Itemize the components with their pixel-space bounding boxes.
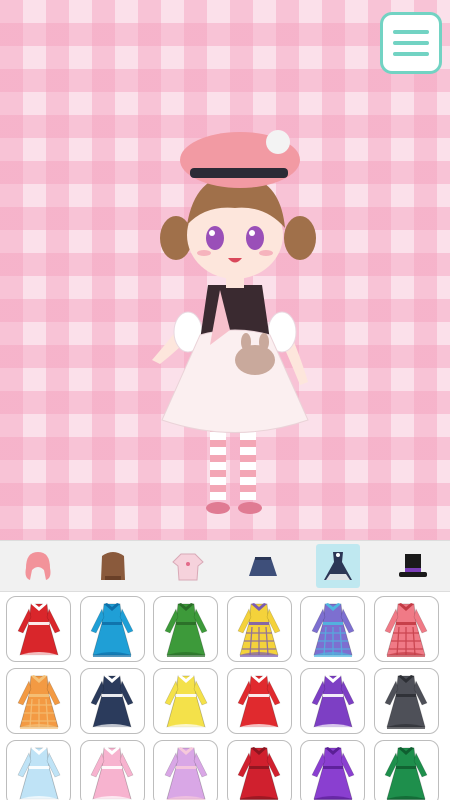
hamburger-line (393, 52, 429, 56)
menu-button[interactable] (380, 12, 442, 74)
dress-icon (385, 603, 428, 657)
left-shoe (206, 502, 230, 514)
dress-icon (311, 675, 355, 729)
dress-item-violet-dress[interactable] (300, 668, 366, 734)
dress-icon (164, 603, 208, 657)
dress-item-orange-plaid-dress[interactable] (6, 668, 71, 734)
right-eye (246, 226, 264, 250)
right-pigtail (284, 216, 316, 260)
dress-icon (315, 544, 360, 588)
skirt-icon (241, 544, 285, 588)
dress-item-pink-dress[interactable] (79, 740, 145, 800)
beret-band (190, 168, 288, 178)
dress-icon (385, 675, 428, 729)
dress-item-red-qipao[interactable] (226, 740, 292, 800)
dress-item-yellow-plaid-dress[interactable] (226, 596, 292, 662)
character-doll[interactable] (140, 120, 330, 530)
top-hat-icon (391, 544, 435, 588)
dress-item-purple-plaid-dress[interactable] (300, 596, 366, 662)
beret-pompom (266, 130, 290, 154)
dress-icon (90, 747, 134, 800)
dress-icon (237, 675, 281, 729)
dress-icon (164, 675, 208, 729)
hamburger-line (393, 30, 429, 34)
blouse-icon (166, 544, 210, 588)
dress-item-purple-qipao[interactable] (300, 740, 366, 800)
dress-item-blue-coat-dress[interactable] (79, 596, 145, 662)
dress-item-navy-dress[interactable] (79, 668, 145, 734)
dress-up-stage (0, 0, 450, 540)
dress-item-light-blue-dress[interactable] (6, 740, 71, 800)
dress-item-red-dress[interactable] (226, 668, 292, 734)
dress-item-red-coat-dress[interactable] (6, 596, 71, 662)
dress-item-lavender-gradient-dress[interactable] (153, 740, 219, 800)
category-bar (0, 540, 450, 592)
category-tab-tops[interactable] (150, 540, 225, 592)
dress-icon (385, 747, 428, 800)
left-eye (206, 226, 224, 250)
dress-icon (17, 603, 60, 657)
pink-hair-icon (16, 544, 60, 588)
dress-icon (90, 675, 134, 729)
dress-icon (237, 603, 281, 657)
category-tab-skirts[interactable] (225, 540, 300, 592)
dress-item-gray-dress[interactable] (373, 668, 439, 734)
bunny-ear (259, 333, 269, 351)
dress-icon (17, 675, 60, 729)
dress-icon (311, 747, 355, 800)
hamburger-line (393, 41, 429, 45)
dress-icon (237, 747, 281, 800)
bunny-purse (235, 345, 275, 375)
dress-item-green-qipao[interactable] (373, 740, 439, 800)
bunny-ear (241, 333, 251, 351)
dress-icon (164, 747, 208, 800)
dress-item-yellow-dress[interactable] (153, 668, 219, 734)
right-shoe (238, 502, 262, 514)
dress-item-pink-plaid-dress[interactable] (373, 596, 439, 662)
dress-grid (0, 592, 450, 800)
brown-hair-icon (91, 544, 135, 588)
dress-icon (311, 603, 355, 657)
category-tab-hats[interactable] (375, 540, 450, 592)
dress-icon (90, 603, 134, 657)
dress-item-green-coat-dress[interactable] (153, 596, 219, 662)
dress-icon (17, 747, 60, 800)
category-tab-hair-front[interactable] (0, 540, 75, 592)
category-tab-dresses[interactable] (300, 540, 375, 592)
category-tab-hair-back[interactable] (75, 540, 150, 592)
